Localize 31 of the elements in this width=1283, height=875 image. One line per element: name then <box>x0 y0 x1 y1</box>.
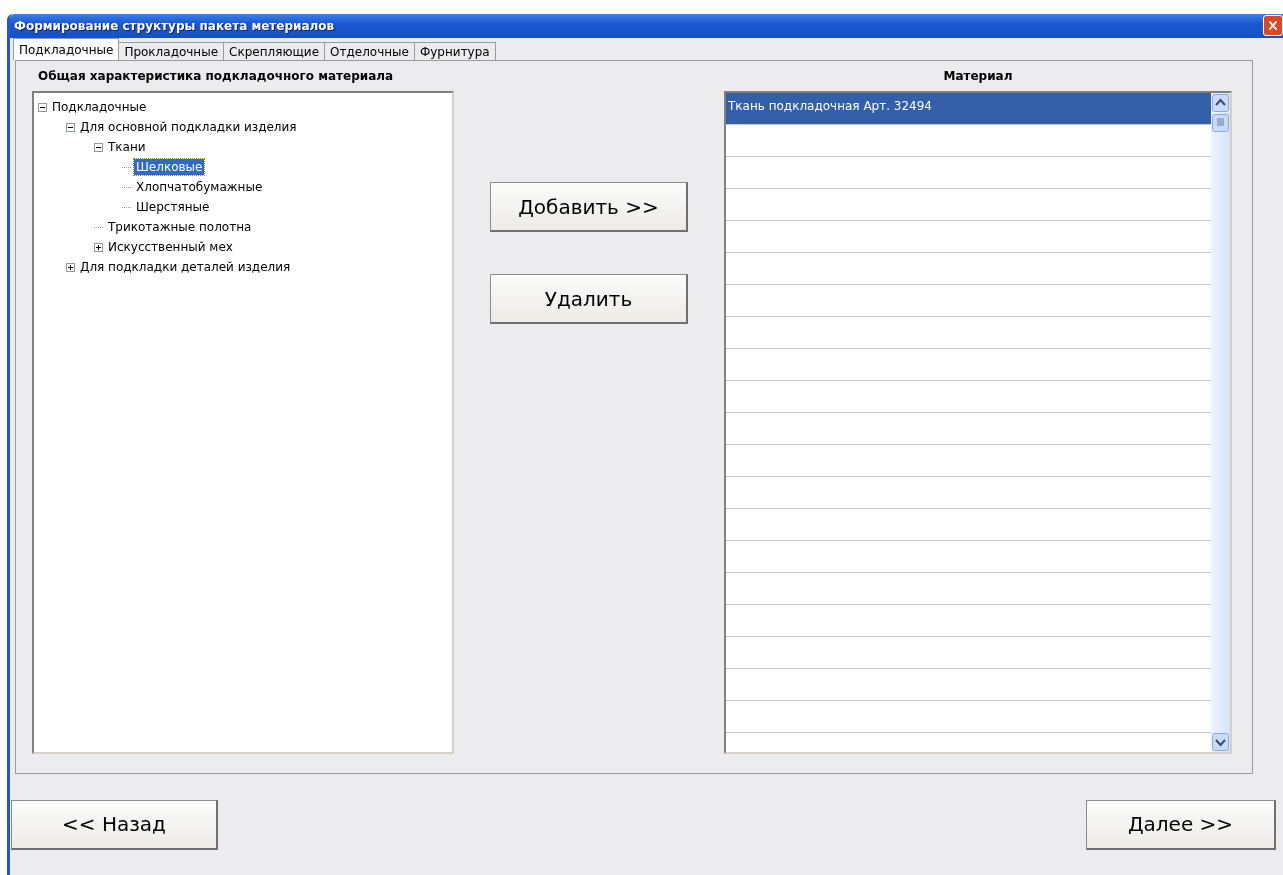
tab[interactable]: Фурнитура <box>413 42 496 60</box>
next-button[interactable]: Далее >> <box>1086 799 1276 850</box>
collapse-icon[interactable] <box>38 102 47 112</box>
tree-item[interactable]: Хлопчатобумажные <box>134 179 265 195</box>
scroll-up-icon[interactable] <box>1211 93 1230 133</box>
action-button[interactable]: Добавить >> <box>490 182 688 232</box>
tab[interactable]: Отделочные <box>324 42 415 60</box>
action-button[interactable]: Удалить <box>490 274 688 324</box>
tree-item[interactable]: Шелковые <box>134 159 205 175</box>
tree-item[interactable]: Для основной подкладки изделия <box>78 119 299 135</box>
expand-icon[interactable] <box>94 242 103 252</box>
tree-item[interactable]: Подкладочные <box>50 99 149 115</box>
tree-item[interactable]: Трикотажные полотна <box>106 219 254 235</box>
back-button[interactable]: << Назад <box>11 799 218 850</box>
collapse-icon[interactable] <box>94 142 103 152</box>
tree-item[interactable]: Для подкладки деталей изделия <box>78 259 293 275</box>
tree-title: Общая характеристика подкладочного материала <box>38 69 394 83</box>
close-icon[interactable] <box>1263 15 1283 36</box>
tab[interactable]: Подкладочные <box>13 38 120 60</box>
collapse-icon[interactable] <box>66 122 75 132</box>
tree-item[interactable]: Шерстяные <box>134 199 212 215</box>
window-title: Формирование структуры пакета метериалов <box>14 19 335 33</box>
list-item[interactable]: Ткань подкладочная Арт. 32494 <box>726 93 1211 125</box>
tab[interactable]: Скрепляющие <box>223 42 325 60</box>
scroll-down-icon[interactable] <box>1211 732 1230 752</box>
tree-item[interactable]: Ткани <box>106 139 148 155</box>
tree-item[interactable]: Искусственный мех <box>106 239 235 255</box>
scrollbar[interactable] <box>1211 93 1230 752</box>
expand-icon[interactable] <box>66 262 75 272</box>
tab[interactable]: Прокладочные <box>118 42 225 60</box>
list-title: Материал <box>943 69 1013 83</box>
